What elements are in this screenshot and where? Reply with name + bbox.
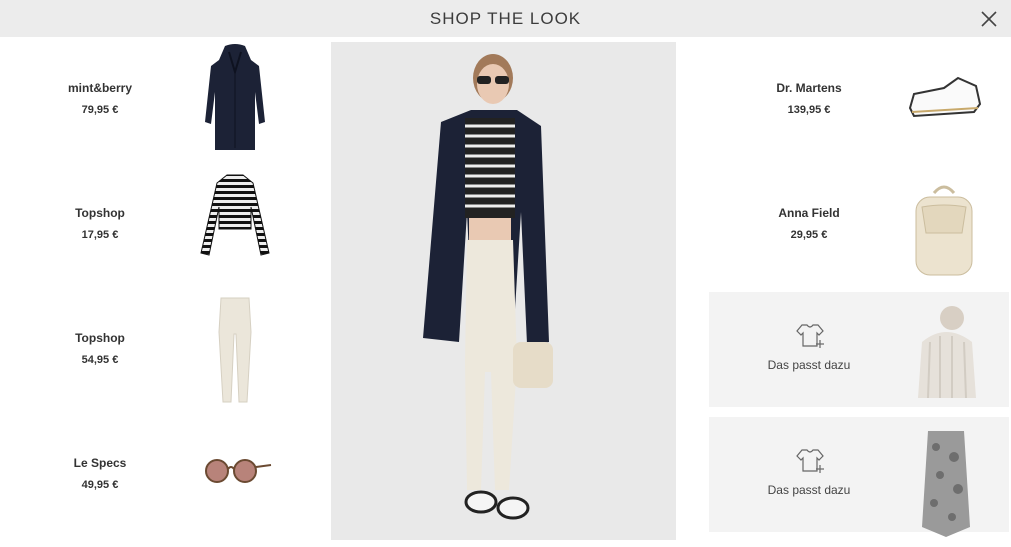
product-price: 29,95 € bbox=[790, 229, 828, 241]
product-brand: Dr. Martens bbox=[776, 81, 842, 95]
scarf-thumbnail[interactable] bbox=[906, 427, 986, 539]
model-photo-illustration bbox=[331, 42, 676, 540]
product-brand: mint&berry bbox=[67, 81, 132, 95]
product-item-striped-top[interactable]: Topshop 17,95 € bbox=[0, 167, 300, 287]
shoes-thumbnail[interactable] bbox=[904, 42, 984, 154]
jeans-thumbnail[interactable] bbox=[195, 292, 275, 404]
suggestion-card-scarf[interactable]: Das passt dazu bbox=[709, 417, 1009, 537]
look-main-photo bbox=[331, 42, 676, 540]
product-brand: Topshop bbox=[75, 206, 125, 220]
tshirt-plus-icon bbox=[796, 324, 824, 348]
product-item-jeans[interactable]: Topshop 54,95 € bbox=[0, 292, 300, 412]
product-price: 139,95 € bbox=[787, 104, 831, 116]
sunglasses-thumbnail[interactable] bbox=[195, 417, 275, 529]
product-item-shoes[interactable]: Dr. Martens 139,95 € bbox=[709, 42, 1009, 162]
close-icon[interactable] bbox=[979, 9, 999, 29]
modal-header: SHOP THE LOOK bbox=[0, 0, 1011, 37]
product-item-sunglasses[interactable]: Le Specs 49,95 € bbox=[0, 417, 300, 537]
tshirt-plus-icon bbox=[796, 449, 824, 473]
striped-top-thumbnail[interactable] bbox=[195, 167, 275, 279]
product-item-backpack[interactable]: Anna Field 29,95 € bbox=[709, 167, 1009, 287]
product-brand: Le Specs bbox=[73, 456, 127, 470]
suggestion-card-hat[interactable]: Das passt dazu bbox=[709, 292, 1009, 407]
beanie-thumbnail[interactable] bbox=[906, 302, 986, 414]
coat-thumbnail[interactable] bbox=[195, 42, 275, 154]
product-brand: Anna Field bbox=[778, 206, 840, 220]
product-item-coat[interactable]: mint&berry 79,95 € bbox=[0, 42, 300, 162]
suggestion-label: Das passt dazu bbox=[767, 358, 851, 372]
product-price: 17,95 € bbox=[81, 229, 119, 241]
backpack-thumbnail[interactable] bbox=[904, 167, 984, 279]
product-brand: Topshop bbox=[75, 331, 125, 345]
modal-title: SHOP THE LOOK bbox=[429, 9, 582, 28]
suggestion-label: Das passt dazu bbox=[767, 483, 851, 497]
product-price: 54,95 € bbox=[81, 354, 119, 366]
product-price: 79,95 € bbox=[81, 104, 119, 116]
product-price: 49,95 € bbox=[81, 479, 119, 491]
